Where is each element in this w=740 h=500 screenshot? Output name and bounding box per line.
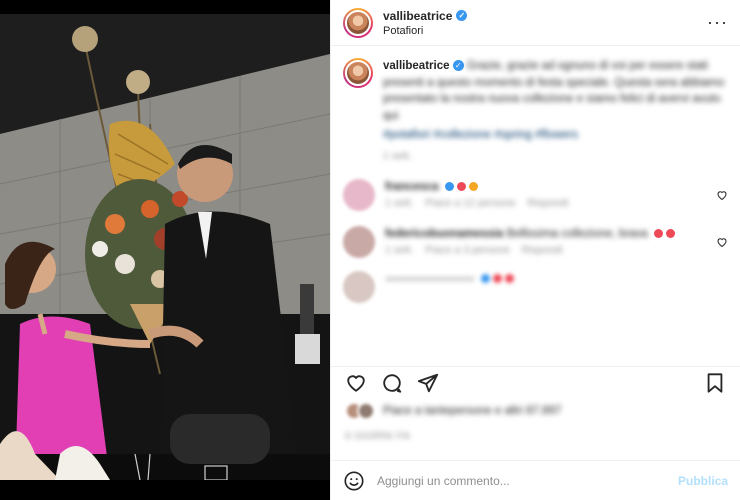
caption-verified-icon: ✓ <box>452 60 464 72</box>
caption-username[interactable]: vallibeatrice <box>383 60 449 72</box>
comments-section: vallibeatrice ✓ Grazie, grazie ad ognuno… <box>331 46 740 358</box>
comment-item: francesca 1 sett. Piace a 12 persone Ris… <box>343 178 728 212</box>
comment-body <box>385 271 705 288</box>
comment-reply-button[interactable]: Rispondi <box>522 244 563 256</box>
comment-meta: 1 sett. Piace a 3 persone Rispondi <box>385 243 705 259</box>
save-bookmark-icon[interactable] <box>704 372 726 394</box>
emoji-icon <box>481 274 491 284</box>
comment-avatar[interactable] <box>343 225 375 258</box>
like-comment-heart-icon[interactable] <box>716 189 728 201</box>
comment-avatar[interactable] <box>343 178 375 211</box>
post-image-illustration <box>0 14 330 480</box>
post-side-panel: vallibeatrice ✓ Potafiori ··· vallibeatr… <box>330 0 740 500</box>
comment-avatar[interactable] <box>343 270 375 303</box>
post-date: 6 GIORNI FA <box>345 430 411 442</box>
caption-body: vallibeatrice ✓ Grazie, grazie ad ognuno… <box>383 58 728 165</box>
post-caption: vallibeatrice ✓ Grazie, grazie ad ognuno… <box>343 58 728 165</box>
comment-text: Bellissima collezione, brava <box>506 227 648 240</box>
emoji-smiley-icon[interactable] <box>343 470 365 492</box>
share-paper-plane-icon[interactable] <box>417 372 439 394</box>
author-avatar[interactable] <box>343 7 373 38</box>
add-comment-bar: Pubblica <box>331 460 740 500</box>
post-image[interactable] <box>0 14 330 480</box>
comment-line: federicobuonamessia Bellissima collezion… <box>385 226 705 243</box>
post-action-bar <box>331 366 740 398</box>
emoji-icon <box>456 182 466 192</box>
comment-body: federicobuonamessia Bellissima collezion… <box>385 226 705 259</box>
caption-author-avatar[interactable] <box>343 58 373 88</box>
comment-likes[interactable]: Piace a 12 persone <box>425 197 515 209</box>
post-header: vallibeatrice ✓ Potafiori ··· <box>331 0 740 46</box>
comment-username[interactable]: federicobuonamessia <box>385 228 503 240</box>
caption-time: 1 sett. <box>383 150 412 163</box>
caption-hashtags[interactable]: #potafiori #collezione #spring #flowers <box>383 127 728 144</box>
emoji-icon <box>665 229 675 239</box>
author-info: vallibeatrice ✓ Potafiori <box>383 9 468 37</box>
caption-author-avatar-image <box>345 60 371 86</box>
liker-avatar[interactable] <box>357 402 375 420</box>
emoji-icon <box>444 182 454 192</box>
author-avatar-image <box>345 9 371 36</box>
comment-reply-button[interactable]: Rispondi <box>527 197 568 209</box>
comment-time: 1 sett. <box>385 196 414 209</box>
comment-line: francesca <box>385 179 705 196</box>
likes-text[interactable]: Piace a tantepersone e altri 87.897 <box>383 405 561 417</box>
comment-item <box>343 270 728 303</box>
comment-body: francesca 1 sett. Piace a 12 persone Ris… <box>385 179 705 212</box>
comment-line <box>385 271 705 288</box>
comment-input[interactable] <box>377 473 678 488</box>
verified-badge-icon: ✓ <box>456 10 468 21</box>
comment-item: federicobuonamessia Bellissima collezion… <box>343 225 728 259</box>
likes-summary: Piace a tantepersone e altri 87.897 <box>345 402 726 420</box>
author-username[interactable]: vallibeatrice ✓ <box>383 9 468 23</box>
author-username-text[interactable]: vallibeatrice <box>383 9 452 23</box>
comment-placeholder-text <box>385 275 475 282</box>
emoji-icon <box>653 229 663 239</box>
comment-time: 1 sett. <box>385 243 414 256</box>
instagram-post-view: vallibeatrice ✓ Potafiori ··· vallibeatr… <box>0 0 740 500</box>
more-options-icon[interactable]: ··· <box>707 12 728 33</box>
comment-username[interactable]: francesca <box>385 181 439 193</box>
comment-likes[interactable]: Piace a 3 persone <box>425 244 510 256</box>
post-photo-area <box>0 0 330 500</box>
like-comment-heart-icon[interactable] <box>716 236 728 248</box>
post-location[interactable]: Potafiori <box>383 25 467 37</box>
publish-button[interactable]: Pubblica <box>678 474 728 488</box>
emoji-icon <box>505 274 515 284</box>
comment-bubble-icon[interactable] <box>381 372 403 394</box>
emoji-icon <box>493 274 503 284</box>
emoji-icon <box>468 182 478 192</box>
like-heart-icon[interactable] <box>345 372 367 394</box>
comment-meta: 1 sett. Piace a 12 persone Rispondi <box>385 196 705 212</box>
